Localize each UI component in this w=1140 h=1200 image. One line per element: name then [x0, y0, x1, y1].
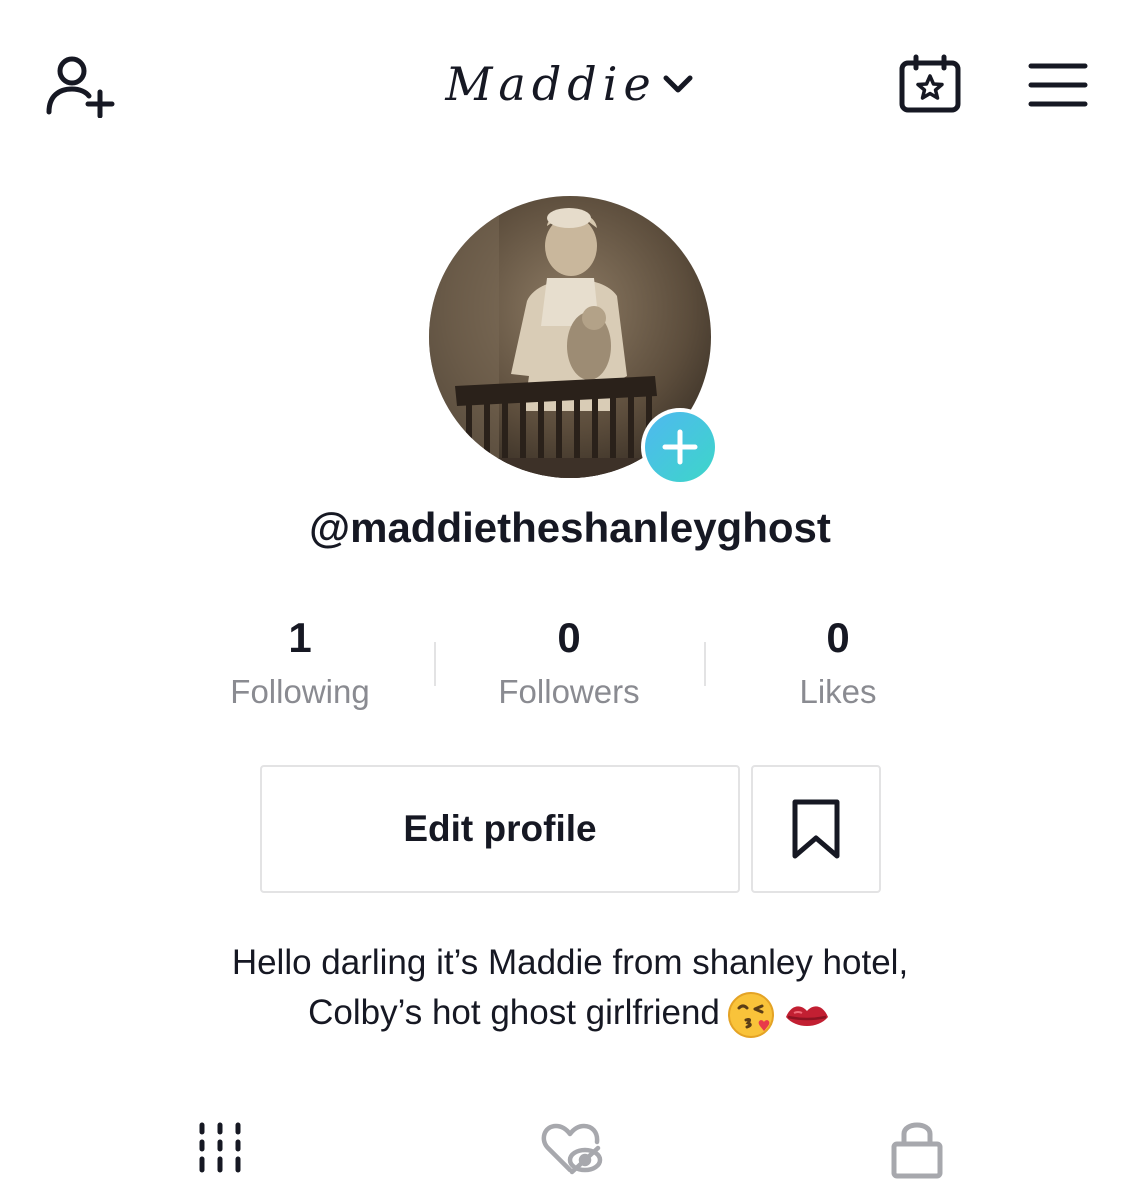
stat-value: 1: [288, 614, 312, 661]
plus-icon: [662, 429, 698, 465]
edit-profile-button[interactable]: Edit profile: [260, 765, 740, 893]
stat-value: 0: [826, 614, 850, 661]
kissing-face-wink-emoji: [727, 991, 774, 1038]
tab-liked[interactable]: [540, 1120, 604, 1176]
account-switcher[interactable]: Maddie: [0, 52, 1140, 116]
bookmark-button[interactable]: [751, 765, 881, 893]
bio-line-text: Colby’s hot ghost girlfriend: [308, 993, 720, 1032]
lock-icon: [891, 1122, 943, 1179]
chevron-down-icon: [663, 75, 693, 93]
calendar-star-icon[interactable]: [898, 54, 962, 114]
stat-followers[interactable]: 0 Followers: [434, 612, 704, 714]
stat-label: Followers: [498, 673, 640, 710]
grid-videos-icon: [199, 1122, 241, 1173]
bio-line-2: Colby’s hot ghost girlfriend: [120, 988, 1020, 1040]
kiss-lips-emoji: [785, 1006, 828, 1026]
tab-videos[interactable]: [196, 1122, 244, 1174]
tab-private[interactable]: [890, 1118, 944, 1180]
username: @maddietheshanleyghost: [309, 504, 831, 551]
liked-hidden-icon: [541, 1123, 603, 1175]
bookmark-icon: [792, 799, 840, 859]
add-avatar-button[interactable]: [641, 408, 719, 486]
stat-value: 0: [557, 614, 581, 661]
bio-line: Hello darling it’s Maddie from shanley h…: [231, 943, 909, 982]
account-title: Maddie: [445, 57, 657, 111]
stat-following[interactable]: 1 Following: [165, 612, 435, 714]
stat-likes[interactable]: 0 Likes: [703, 612, 973, 714]
bio: Hello darling it’s Maddie from shanley h…: [120, 938, 1020, 1040]
stat-label: Following: [230, 673, 370, 710]
hamburger-menu-icon[interactable]: [1028, 62, 1088, 108]
stat-label: Likes: [799, 673, 877, 710]
